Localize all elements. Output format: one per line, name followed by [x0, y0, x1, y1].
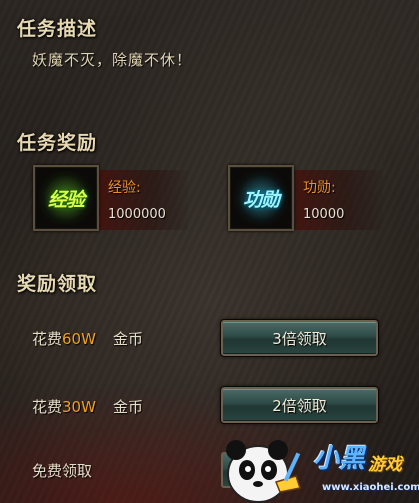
exp-reward-label: 经验: — [108, 180, 141, 196]
merit-reward-label: 功勋: — [303, 180, 336, 196]
watermark-logo: 小黑 游戏 www.xiaohei.com — [218, 432, 419, 503]
task-description-text: 妖魔不灭，除魔不休！ — [32, 51, 193, 69]
task-description-heading: 任务描述 — [17, 18, 98, 40]
exp-icon: 经验 — [33, 165, 99, 231]
gold-coin-label: 金币 — [113, 398, 144, 416]
cost-prefix: 花费 — [32, 330, 63, 348]
claim-row-cost-60w: 花费60W — [32, 328, 96, 349]
merit-icon-text: 功勋 — [242, 188, 280, 211]
claim-free-button[interactable] — [221, 452, 241, 488]
cost-amount: 30W — [62, 398, 96, 416]
reward-claim-heading: 奖励领取 — [17, 273, 98, 295]
exp-reward-value: 1000000 — [108, 207, 166, 222]
task-reward-heading: 任务奖励 — [17, 132, 98, 154]
watermark-brand: 小黑 — [313, 444, 366, 474]
claim-row-cost-30w: 花费30W — [32, 396, 96, 417]
gold-coin-label: 金币 — [113, 330, 144, 348]
watermark-game: 游戏 — [368, 455, 402, 475]
panda-mascot-icon — [226, 440, 301, 503]
task-panel: 任务描述 妖魔不灭，除魔不休！ 任务奖励 经验 经验: 1000000 功勋 功… — [0, 0, 419, 503]
merit-icon: 功勋 — [228, 165, 294, 231]
merit-reward-value: 10000 — [303, 207, 345, 222]
claim-free-label: 免费领取 — [32, 462, 93, 480]
claim-triple-button[interactable]: 3倍领取 — [220, 319, 379, 357]
claim-double-button[interactable]: 2倍领取 — [220, 386, 379, 424]
cost-amount: 60W — [62, 330, 96, 348]
cost-prefix: 花费 — [32, 398, 63, 416]
background-texture — [0, 0, 419, 503]
watermark-url: www.xiaohei.com — [322, 482, 419, 493]
exp-icon-text: 经验 — [47, 188, 85, 211]
